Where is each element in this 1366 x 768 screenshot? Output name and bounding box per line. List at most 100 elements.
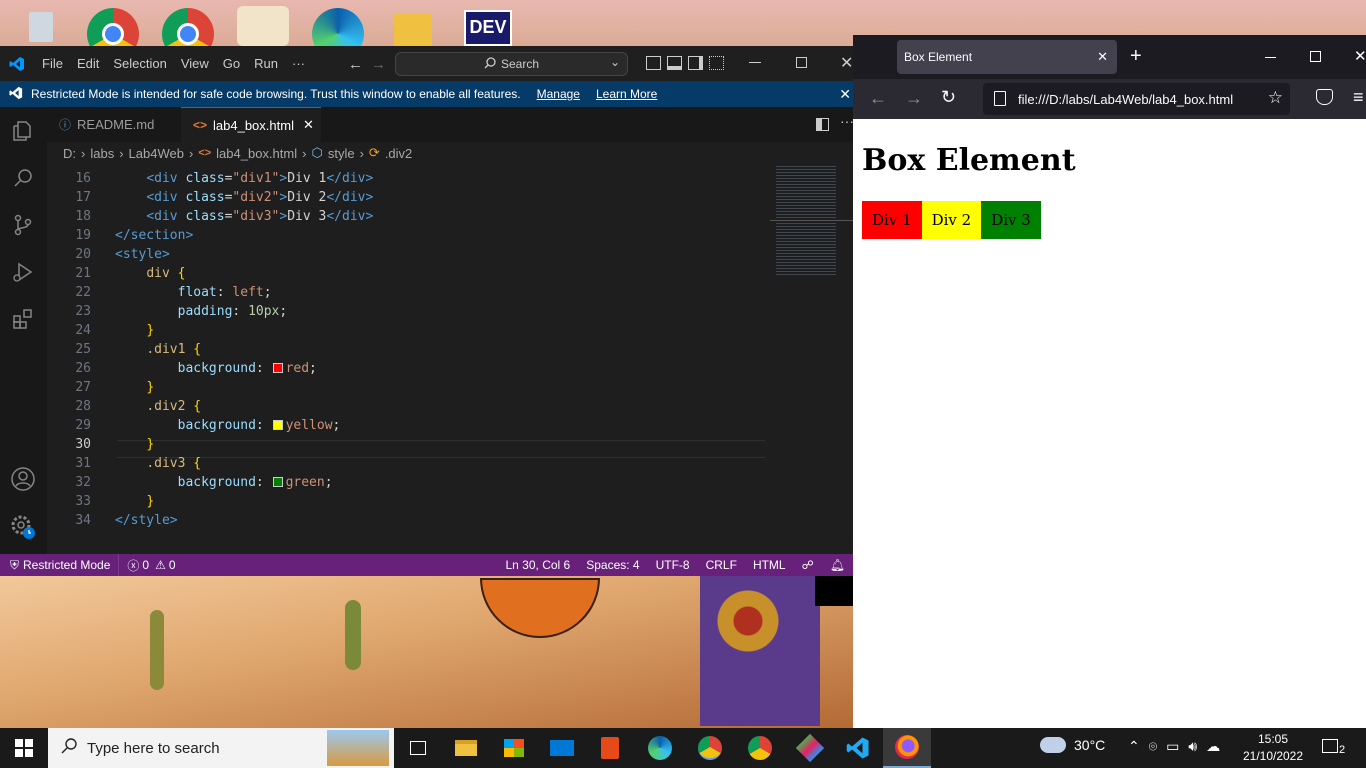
onedrive-icon[interactable]: ☁: [1206, 738, 1220, 755]
bell-icon[interactable]: 🔔︎: [830, 558, 845, 572]
menu-item[interactable]: Edit: [70, 56, 106, 71]
menu-item[interactable]: File: [35, 56, 70, 71]
language-mode[interactable]: HTML: [753, 558, 786, 572]
taskbar-search-box[interactable]: Type here to search: [48, 728, 394, 768]
code-line[interactable]: </section>: [115, 228, 193, 243]
code-line[interactable]: </style>: [115, 513, 178, 528]
url-bar[interactable]: file:///D:/labs/Lab4Web/lab4_box.html ☆: [983, 83, 1290, 115]
code-line[interactable]: <style>: [115, 247, 170, 262]
pocket-icon[interactable]: [1316, 89, 1333, 105]
close-icon[interactable]: ✕: [303, 117, 314, 133]
split-editor-icon[interactable]: [816, 118, 829, 131]
new-tab-icon[interactable]: +: [1130, 45, 1142, 68]
more-actions-icon[interactable]: ···: [840, 113, 853, 129]
chevron-up-icon[interactable]: ⌃: [1128, 738, 1140, 755]
code-line[interactable]: background: red;: [115, 361, 317, 376]
code-line[interactable]: <div class="div3">Div 3</div>: [115, 209, 373, 224]
code-line[interactable]: }: [115, 380, 154, 395]
tab-readme[interactable]: ⓘ README.md: [47, 107, 181, 142]
meet-now-icon[interactable]: ⌾: [1149, 738, 1157, 755]
genshin-icon[interactable]: [235, 0, 291, 46]
git-client-icon[interactable]: [786, 728, 834, 768]
breadcrumb-item[interactable]: D:: [63, 146, 76, 161]
cursor-position[interactable]: Ln 30, Col 6: [506, 558, 571, 572]
code-line[interactable]: .div1 {: [115, 342, 201, 357]
microsoft-store-icon[interactable]: [490, 728, 538, 768]
breadcrumb-item[interactable]: lab4_box.html: [216, 146, 297, 161]
code-line[interactable]: }: [115, 437, 154, 452]
line-ending[interactable]: CRLF: [706, 558, 737, 572]
battery-icon[interactable]: ▭: [1166, 738, 1179, 755]
mail-icon[interactable]: [538, 728, 586, 768]
menu-item[interactable]: View: [174, 56, 216, 71]
vscode-taskbar-icon[interactable]: [834, 728, 882, 768]
toggle-sidebar-icon[interactable]: [646, 56, 661, 70]
bookmark-star-icon[interactable]: ☆: [1268, 88, 1283, 108]
weather-widget[interactable]: 30°C: [1040, 737, 1105, 753]
menu-item[interactable]: ···: [285, 56, 312, 71]
menu-item[interactable]: Go: [216, 56, 247, 71]
code-line[interactable]: div {: [115, 266, 185, 281]
customize-layout-icon[interactable]: [709, 56, 724, 70]
learn-more-link[interactable]: Learn More: [596, 87, 657, 101]
close-icon[interactable]: ✕: [840, 53, 853, 73]
chevron-down-icon[interactable]: ⌄: [610, 55, 620, 69]
code-line[interactable]: <div class="div1">Div 1</div>: [115, 171, 373, 186]
toggle-panel-icon[interactable]: [667, 56, 682, 70]
extensions-icon[interactable]: [8, 304, 38, 334]
code-line[interactable]: background: yellow;: [115, 418, 341, 433]
breadcrumb-item[interactable]: Lab4Web: [129, 146, 184, 161]
recycle-bin-icon[interactable]: [13, 0, 69, 46]
close-window-icon[interactable]: ✕: [1354, 47, 1366, 65]
chrome-profile-icon[interactable]: [736, 728, 784, 768]
notifications-icon[interactable]: 2: [1322, 739, 1345, 756]
folder-music-icon[interactable]: [385, 0, 441, 46]
chrome-profile-icon[interactable]: [160, 0, 216, 60]
minimap[interactable]: [770, 164, 853, 284]
source-control-icon[interactable]: [8, 210, 38, 240]
encoding[interactable]: UTF-8: [656, 558, 690, 572]
breadcrumb-item[interactable]: labs: [90, 146, 114, 161]
menu-icon[interactable]: ≡: [1353, 87, 1364, 108]
manage-gear-icon[interactable]: [8, 512, 38, 542]
office-icon[interactable]: [586, 728, 634, 768]
tab-lab4-box-html[interactable]: <> lab4_box.html ✕: [181, 107, 321, 142]
restricted-mode-indicator[interactable]: ⛨ Restricted Mode: [0, 554, 120, 576]
browser-tab[interactable]: Box Element ✕: [897, 40, 1117, 74]
close-icon[interactable]: ✕: [839, 86, 851, 103]
menu-item[interactable]: Selection: [106, 56, 173, 71]
breadcrumb-item[interactable]: .div2: [385, 146, 412, 161]
code-line[interactable]: background: green;: [115, 475, 333, 490]
breadcrumb-item[interactable]: style: [328, 146, 355, 161]
edge-icon[interactable]: [310, 0, 366, 60]
close-icon[interactable]: ✕: [1097, 49, 1108, 65]
edge-icon[interactable]: [636, 728, 684, 768]
problems-indicator[interactable]: ⓧ 0 ⚠ 0: [119, 557, 183, 574]
task-view-icon[interactable]: [394, 728, 442, 768]
minimize-icon[interactable]: [749, 62, 761, 63]
clock[interactable]: 15:05 21/10/2022: [1240, 731, 1306, 765]
feedback-icon[interactable]: ☍: [802, 558, 814, 572]
volume-icon[interactable]: 🔊︎: [1188, 738, 1197, 755]
windows-start-icon[interactable]: [0, 728, 48, 768]
chrome-icon[interactable]: [686, 728, 734, 768]
toggle-secondary-sidebar-icon[interactable]: [688, 56, 703, 70]
maximize-icon[interactable]: [1310, 51, 1321, 62]
forward-arrow-icon[interactable]: →: [905, 88, 923, 109]
code-line[interactable]: }: [115, 323, 154, 338]
code-line[interactable]: .div3 {: [115, 456, 201, 471]
code-line[interactable]: padding: 10px;: [115, 304, 288, 319]
command-center-search[interactable]: Search ⌄: [395, 52, 628, 76]
minimize-icon[interactable]: [1265, 57, 1276, 58]
search-icon[interactable]: [8, 163, 38, 193]
indentation[interactable]: Spaces: 4: [586, 558, 639, 572]
dev-cpp-icon[interactable]: DEV: [460, 0, 516, 46]
run-debug-icon[interactable]: [8, 257, 38, 287]
code-line[interactable]: float: left;: [115, 285, 272, 300]
code-editor[interactable]: 15 <section> 16 <div class="div1">Div 1</d…: [47, 164, 767, 554]
code-line[interactable]: <div class="div2">Div 2</div>: [115, 190, 373, 205]
explorer-icon[interactable]: [8, 116, 38, 146]
chrome-icon[interactable]: [85, 0, 141, 60]
back-arrow-icon[interactable]: ←: [869, 88, 887, 109]
file-explorer-icon[interactable]: [442, 728, 490, 768]
